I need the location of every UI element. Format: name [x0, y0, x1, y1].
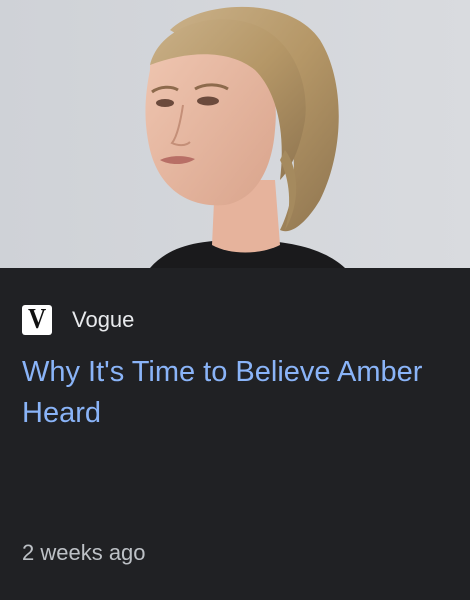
source-row: V Vogue: [22, 305, 134, 335]
news-card[interactable]: V Vogue Why It's Time to Believe Amber H…: [0, 0, 470, 600]
logo-letter: V: [27, 305, 47, 335]
vogue-logo-icon: V: [22, 305, 52, 335]
source-name: Vogue: [72, 307, 135, 332]
article-headline[interactable]: Why It's Time to Believe Amber Heard: [22, 352, 442, 434]
article-thumbnail[interactable]: [0, 0, 470, 268]
article-timestamp: 2 weeks ago: [22, 540, 146, 565]
